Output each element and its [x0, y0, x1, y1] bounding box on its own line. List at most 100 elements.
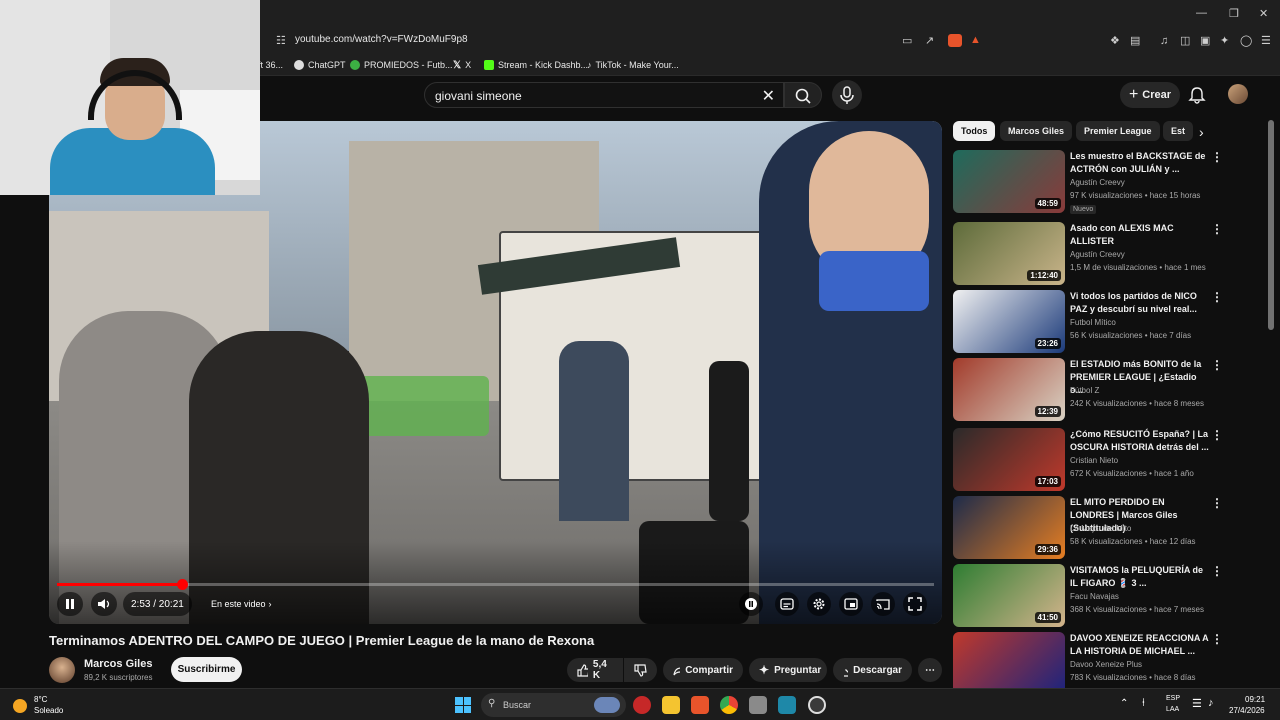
clock-date[interactable]: 27/4/2026: [1229, 706, 1265, 715]
wifi-icon[interactable]: ☰: [1192, 697, 1202, 710]
recommendation-channel[interactable]: Agustín Creevy: [1070, 250, 1125, 259]
recommendation-thumbnail[interactable]: [953, 632, 1065, 695]
recommendation-thumbnail[interactable]: 23:26: [953, 290, 1065, 353]
more-vertical-icon[interactable]: ⋮: [1211, 429, 1223, 441]
progress-bar[interactable]: [57, 579, 934, 590]
chip-est[interactable]: Est: [1163, 121, 1193, 141]
voice-search-button[interactable]: [832, 80, 862, 110]
recommendation-item[interactable]: 12:39 El ESTADIO más BONITO de la PREMIER…: [953, 358, 1265, 422]
autoplay-toggle[interactable]: [739, 592, 763, 616]
chip-premier-league[interactable]: Premier League: [1076, 121, 1160, 141]
url-text[interactable]: youtube.com/watch?v=FWzDoMuF9p8: [295, 34, 468, 45]
chip-marcos-giles[interactable]: Marcos Giles: [1000, 121, 1073, 141]
dislike-button[interactable]: [624, 658, 657, 682]
more-vertical-icon[interactable]: ⋮: [1211, 497, 1223, 509]
windows-start-button[interactable]: [455, 697, 471, 713]
like-button[interactable]: 5,4 K: [567, 658, 623, 682]
language-indicator[interactable]: ESP: [1166, 695, 1180, 702]
recommendation-channel[interactable]: Lo Mejor del Mito: [1070, 524, 1131, 533]
bookmark-x[interactable]: 𝕏X: [453, 57, 471, 73]
progress-scrubber[interactable]: [176, 579, 188, 590]
chrome-icon[interactable]: [720, 696, 738, 714]
reading-list-icon[interactable]: ▤: [1130, 35, 1140, 47]
bookmark-promiedos[interactable]: PROMIEDOS - Futb...: [350, 57, 453, 73]
chapter-button[interactable]: En este video ›: [203, 592, 280, 616]
download-button[interactable]: Descargar: [833, 658, 912, 682]
bookmark-kick[interactable]: Stream - Kick Dashb...: [484, 57, 588, 73]
recommendation-thumbnail[interactable]: 29:36: [953, 496, 1065, 559]
recommendation-thumbnail[interactable]: 12:39: [953, 358, 1065, 421]
chip-todos[interactable]: Todos: [953, 121, 996, 141]
recommendation-item[interactable]: 48:59 Les muestro el BACKSTAGE de ACTRÓN …: [953, 150, 1265, 214]
more-actions-button[interactable]: ⋯: [918, 658, 942, 682]
channel-avatar[interactable]: [49, 657, 75, 683]
minimize-icon[interactable]: —: [1196, 7, 1207, 19]
weather-desc[interactable]: Soleado: [34, 706, 63, 715]
keyboard-layout-indicator[interactable]: LAA: [1166, 706, 1179, 713]
ai-icon[interactable]: ✦: [1220, 35, 1229, 47]
maximize-icon[interactable]: ❐: [1229, 7, 1239, 20]
bookmark-tiktok[interactable]: ♪ TikTok - Make Your...: [587, 57, 679, 73]
sidebar-scrollbar[interactable]: [1268, 120, 1274, 330]
search-box[interactable]: giovani simeone ✕: [424, 82, 784, 108]
more-vertical-icon[interactable]: ⋮: [1211, 359, 1223, 371]
recommendation-thumbnail[interactable]: 48:59: [953, 150, 1065, 213]
menu-icon[interactable]: ☰: [1261, 35, 1271, 47]
clear-search-icon[interactable]: ✕: [762, 86, 775, 106]
close-window-icon[interactable]: ✕: [1259, 7, 1268, 20]
file-explorer-icon[interactable]: [662, 696, 680, 714]
cast-icon[interactable]: ▭: [902, 35, 912, 47]
sun-icon[interactable]: [13, 699, 27, 713]
vpn-icon[interactable]: ◯: [1240, 35, 1252, 47]
recommendation-title[interactable]: Vi todos los partidos de NICO PAZ y desc…: [1070, 290, 1210, 316]
extensions-icon[interactable]: ❖: [1110, 35, 1120, 47]
ask-button[interactable]: ✦ Preguntar: [749, 658, 827, 682]
bookmark-chatgpt[interactable]: ChatGPT: [294, 57, 346, 73]
app-icon[interactable]: [778, 696, 796, 714]
more-vertical-icon[interactable]: ⋮: [1211, 151, 1223, 163]
music-icon[interactable]: ♫: [1160, 35, 1168, 47]
recommendation-thumbnail[interactable]: 17:03: [953, 428, 1065, 491]
recommendation-channel[interactable]: Fútbol Z: [1070, 386, 1099, 395]
wallet-icon[interactable]: ▣: [1200, 35, 1210, 47]
subscribe-button[interactable]: Suscribirme: [171, 657, 242, 682]
app-icon[interactable]: [749, 696, 767, 714]
share-button[interactable]: Compartir: [663, 658, 743, 682]
fullscreen-button[interactable]: [903, 592, 927, 616]
tray-expand-icon[interactable]: ⌃: [1120, 698, 1128, 709]
play-pause-button[interactable]: [57, 592, 83, 616]
volume-tray-icon[interactable]: ♪: [1208, 697, 1214, 709]
account-avatar[interactable]: [1228, 84, 1248, 104]
volume-button[interactable]: [91, 592, 117, 616]
weather-temp[interactable]: 8°C: [34, 695, 47, 704]
brave-rewards-icon[interactable]: ▲: [970, 34, 981, 46]
recommendation-title[interactable]: Les muestro el BACKSTAGE de ACTRÓN con J…: [1070, 150, 1210, 176]
recommendation-title[interactable]: Asado con ALEXIS MAC ALLISTER: [1070, 222, 1210, 248]
recommendation-title[interactable]: VISITAMOS la PELUQUERÍA de IL FIGARO 💈 3…: [1070, 564, 1210, 590]
cast-button[interactable]: [871, 592, 895, 616]
recommendation-channel[interactable]: Facu Navajas: [1070, 592, 1119, 601]
recommendation-title[interactable]: DAVOO XENEIZE REACCIONA A LA HISTORIA DE…: [1070, 632, 1210, 658]
obs-icon[interactable]: [808, 696, 826, 714]
more-vertical-icon[interactable]: ⋮: [1211, 565, 1223, 577]
recommendation-channel[interactable]: Futbol Mítico: [1070, 318, 1116, 327]
sidebar-icon[interactable]: ◫: [1180, 35, 1190, 47]
create-button[interactable]: + Crear: [1120, 82, 1180, 108]
video-player[interactable]: 2:53 / 20:21 En este video ›: [49, 121, 942, 624]
search-button[interactable]: [784, 82, 822, 108]
more-vertical-icon[interactable]: ⋮: [1211, 291, 1223, 303]
microphone-tray-icon[interactable]: ⍿: [1142, 697, 1145, 710]
recommendation-title[interactable]: ¿Cómo RESUCITÓ España? | La OSCURA HISTO…: [1070, 428, 1210, 454]
recommendation-thumbnail[interactable]: 41:50: [953, 564, 1065, 627]
miniplayer-button[interactable]: [839, 592, 863, 616]
recommendation-item[interactable]: 23:26 Vi todos los partidos de NICO PAZ y…: [953, 290, 1265, 354]
recommendation-item[interactable]: DAVOO XENEIZE REACCIONA A LA HISTORIA DE…: [953, 632, 1265, 696]
recommendation-channel[interactable]: Agustín Creevy: [1070, 178, 1125, 187]
more-vertical-icon[interactable]: ⋮: [1211, 223, 1223, 235]
brave-browser-icon[interactable]: [691, 696, 709, 714]
share-icon[interactable]: ↗: [925, 35, 934, 47]
more-vertical-icon[interactable]: ⋮: [1211, 633, 1223, 645]
bookmark-item[interactable]: ft 36...: [258, 57, 283, 73]
subtitles-button[interactable]: [775, 592, 799, 616]
taskbar-search[interactable]: ⚲ Buscar: [481, 693, 626, 717]
